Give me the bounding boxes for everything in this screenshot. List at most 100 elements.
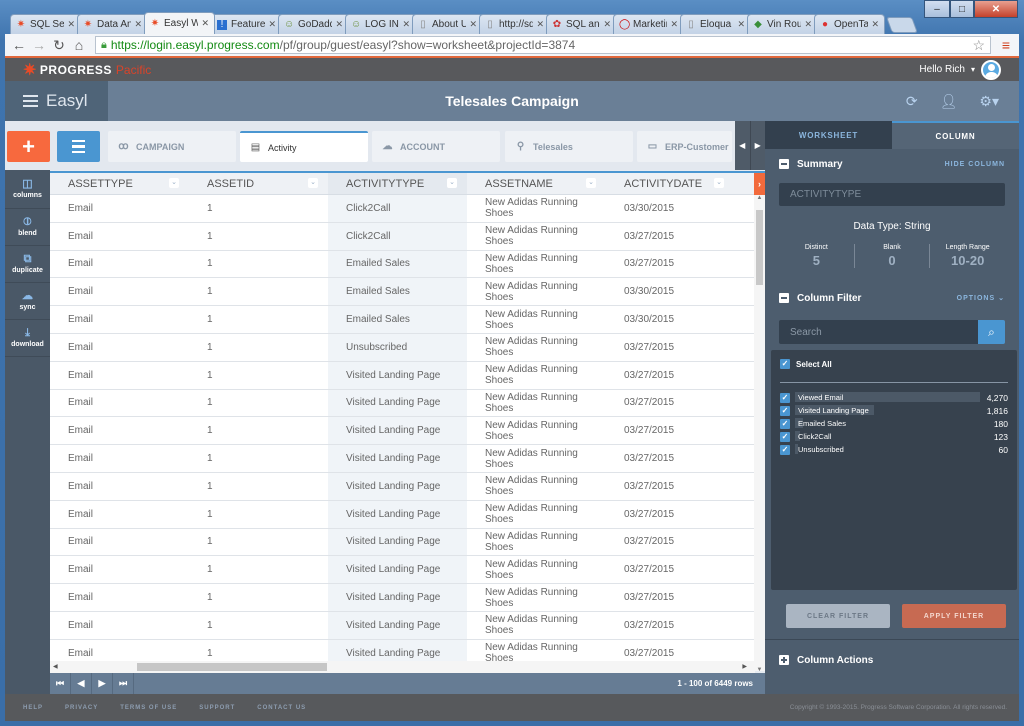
checkbox-checked-icon[interactable]: ✓: [780, 418, 790, 429]
checkbox-checked-icon[interactable]: ✓: [780, 405, 790, 416]
close-tab-icon[interactable]: ✕: [469, 19, 477, 30]
browser-tab[interactable]: ▯ http://sd ✕: [479, 14, 550, 34]
table-row[interactable]: Email 1 Visited Landing Page New Adidas Run…: [50, 472, 765, 501]
table-row[interactable]: Email 1 Emailed Sales New Adidas Running Sh…: [50, 306, 765, 334]
brand-menu[interactable]: Easyl: [5, 81, 108, 121]
tab-column[interactable]: COLUMN: [892, 121, 1019, 149]
close-tab-icon[interactable]: ✕: [536, 19, 544, 30]
next-page-icon[interactable]: ▶: [92, 673, 113, 694]
browser-tab[interactable]: ! Features✕: [211, 14, 282, 34]
column-header-activitydate[interactable]: ACTIVITYDATE ⌄: [606, 173, 734, 194]
browser-tab[interactable]: ▯ About Us✕: [412, 14, 483, 34]
table-row[interactable]: Email 1 Visited Landing Page New Adidas Run…: [50, 361, 765, 390]
footer-link-support[interactable]: SUPPORT: [199, 705, 235, 711]
apply-filter-button[interactable]: APPLY FILTER: [902, 604, 1006, 628]
filter-search-input[interactable]: Search: [779, 320, 978, 344]
tab-telesales[interactable]: ⚲ Telesales: [505, 131, 633, 162]
checkbox-checked-icon[interactable]: ✓: [780, 444, 790, 455]
maximize-button[interactable]: □: [950, 0, 974, 18]
browser-tab[interactable]: ☺GoDaddy✕: [278, 14, 349, 34]
column-menu-chevron-icon[interactable]: ⌄: [586, 178, 596, 188]
prev-page-icon[interactable]: ◀: [71, 673, 92, 694]
close-tab-icon[interactable]: ✕: [335, 19, 343, 30]
column-name-field[interactable]: ACTIVITYTYPE: [779, 183, 1005, 206]
table-row[interactable]: Email 1 Visited Landing Page New Adidas Run…: [50, 445, 765, 473]
footer-link-privacy[interactable]: PRIVACY: [65, 705, 98, 711]
user-menu[interactable]: Hello Rich ▾: [919, 59, 1001, 80]
column-menu-chevron-icon[interactable]: ⌄: [308, 178, 318, 188]
user-icon[interactable]: 👤︎: [940, 93, 958, 110]
table-row[interactable]: Email 1 Visited Landing Page New Adidas Run…: [50, 389, 765, 418]
checkbox-checked-icon[interactable]: ✓: [780, 431, 790, 442]
rail-item-sync[interactable]: ☁ sync: [5, 283, 50, 320]
gear-icon[interactable]: ⚙︎▾: [979, 93, 999, 110]
close-window-button[interactable]: ✕: [974, 0, 1018, 18]
checkbox-checked-icon[interactable]: ✓: [780, 392, 790, 403]
more-columns-icon[interactable]: ›: [754, 173, 765, 195]
rail-item-blend[interactable]: ⦶ blend: [5, 209, 50, 246]
tab-worksheet[interactable]: WORKSHEET: [765, 121, 892, 149]
close-tab-icon[interactable]: ✕: [670, 19, 678, 30]
filter-item[interactable]: ✓ Visited Landing Page 1,816: [780, 404, 1008, 417]
close-tab-icon[interactable]: ✕: [268, 19, 276, 30]
search-button[interactable]: ⌕: [978, 320, 1005, 344]
browser-menu-icon[interactable]: ≡: [997, 37, 1015, 53]
vertical-scroll-thumb[interactable]: [756, 210, 763, 285]
rail-item-duplicate[interactable]: ⧉ duplicate: [5, 246, 50, 283]
column-menu-chevron-icon[interactable]: ⌄: [714, 178, 724, 188]
close-tab-icon[interactable]: ✕: [201, 18, 209, 29]
table-row[interactable]: Email 1 Visited Landing Page New Adidas Run…: [50, 500, 765, 529]
filter-item[interactable]: ✓ Click2Call 123: [780, 430, 1008, 443]
column-header-assetid[interactable]: ASSETID ⌄: [189, 173, 328, 194]
horizontal-scroll-thumb[interactable]: [137, 663, 327, 671]
first-page-icon[interactable]: ⏮: [50, 673, 71, 694]
column-menu-chevron-icon[interactable]: ⌄: [447, 178, 457, 188]
tab-scroll-left-icon[interactable]: ◀: [735, 121, 751, 170]
close-tab-icon[interactable]: ✕: [737, 19, 745, 30]
browser-tab[interactable]: ✷ Easyl Wo✕: [144, 12, 215, 34]
browser-tab[interactable]: ✷ SQL Serv✕: [10, 14, 81, 34]
select-all-checkbox[interactable]: ✓ Select All: [780, 358, 1008, 370]
horizontal-scrollbar[interactable]: ◀ ▶: [50, 661, 755, 673]
table-row[interactable]: Email 1 Visited Landing Page New Adidas Run…: [50, 584, 765, 612]
refresh-icon[interactable]: ⟳: [906, 93, 918, 110]
close-tab-icon[interactable]: ✕: [402, 19, 410, 30]
rail-item-columns[interactable]: ◫ columns: [5, 170, 50, 209]
last-page-icon[interactable]: ⏭: [113, 673, 134, 694]
browser-tab[interactable]: ✷ Data Ana✕: [77, 14, 148, 34]
table-row[interactable]: Email 1 Emailed Sales New Adidas Running Sh…: [50, 278, 765, 307]
table-row[interactable]: Email 1 Visited Landing Page New Adidas Run…: [50, 417, 765, 446]
table-row[interactable]: Email 1 Visited Landing Page New Adidas Run…: [50, 528, 765, 557]
column-actions-header[interactable]: Column Actions: [765, 640, 1019, 680]
avatar[interactable]: [981, 59, 1001, 80]
rail-item-download[interactable]: ⤓ download: [5, 320, 50, 357]
column-header-assettype[interactable]: ASSETTYPE ⌄: [50, 173, 189, 194]
table-row[interactable]: Email 1 Visited Landing Page New Adidas Run…: [50, 611, 765, 640]
close-tab-icon[interactable]: ✕: [134, 19, 142, 30]
table-row[interactable]: Email 1 Visited Landing Page New Adidas Run…: [50, 556, 765, 585]
browser-tab[interactable]: ◆ Vin Roug✕: [747, 14, 818, 34]
column-header-activitytype[interactable]: ACTIVITYTYPE ⌄: [328, 173, 467, 194]
filter-item[interactable]: ✓ Emailed Sales 180: [780, 417, 1008, 430]
options-dropdown[interactable]: OPTIONS ⌄: [957, 294, 1005, 302]
table-row[interactable]: Email 1 Unsubscribed New Adidas Running Sho…: [50, 333, 765, 362]
bookmark-star-icon[interactable]: ☆: [972, 37, 985, 54]
browser-tab[interactable]: ☺ LOG IN ✕: [345, 14, 416, 34]
clear-filter-button[interactable]: CLEAR FILTER: [786, 604, 890, 628]
footer-link-help[interactable]: HELP: [23, 705, 43, 711]
address-bar[interactable]: 🔒︎ https://login.easyl.progress.com /pf/…: [95, 36, 991, 54]
table-row[interactable]: Email 1 Emailed Sales New Adidas Running Sh…: [50, 250, 765, 279]
browser-tab[interactable]: ✿ SQL and✕: [546, 14, 617, 34]
tab-activity[interactable]: ▤ Activity: [240, 131, 368, 162]
browser-tab[interactable]: ◯Marketin✕: [613, 14, 684, 34]
expand-icon[interactable]: [779, 655, 789, 665]
browser-tab[interactable]: ● OpenTal ✕: [814, 14, 885, 34]
forward-button[interactable]: →: [29, 35, 49, 55]
filter-item[interactable]: ✓ Unsubscribed 60: [780, 443, 1008, 456]
close-tab-icon[interactable]: ✕: [67, 19, 75, 30]
minimize-button[interactable]: –: [924, 0, 950, 18]
tab-campaign[interactable]: ꝏ CAMPAIGN: [108, 131, 236, 162]
new-tab-button[interactable]: [886, 17, 918, 33]
hide-column-link[interactable]: HIDE COLUMN: [945, 161, 1005, 168]
tab-account[interactable]: ☁ ACCOUNT: [372, 131, 500, 162]
